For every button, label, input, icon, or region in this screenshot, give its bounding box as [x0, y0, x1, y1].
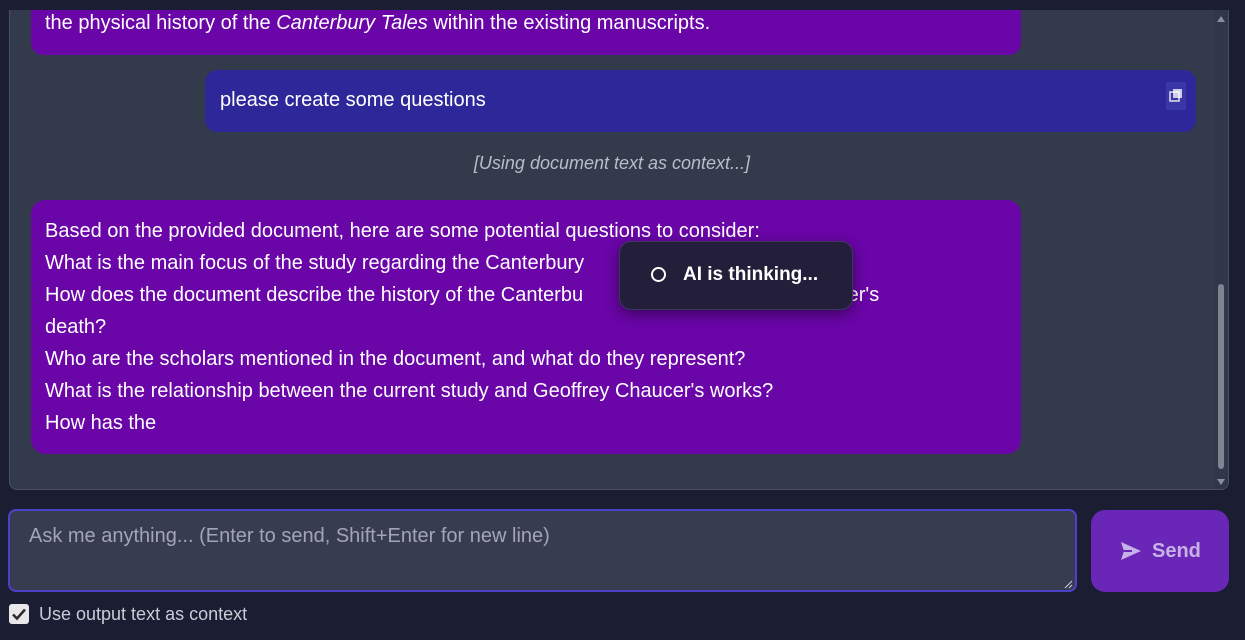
scroll-down-icon[interactable] — [1217, 479, 1225, 485]
user-message: please create some questions — [205, 70, 1196, 132]
use-context-checkbox[interactable] — [9, 604, 29, 624]
message-line: How has the — [45, 412, 157, 434]
message-line: Based on the provided document, here are… — [45, 220, 760, 242]
checkmark-icon — [12, 608, 26, 621]
send-label: Send — [1152, 540, 1201, 562]
message-line: What is the main focus of the study rega… — [45, 252, 585, 274]
user-message-text: please create some questions — [220, 89, 486, 111]
copy-button[interactable] — [1166, 82, 1186, 110]
assistant-message: Based on the provided document, here are… — [31, 200, 1021, 454]
message-line: How does the document describe the histo… — [45, 284, 880, 306]
send-icon — [1121, 542, 1141, 560]
scrollbar-thumb[interactable] — [1218, 284, 1224, 469]
message-text: the physical history of the — [45, 12, 277, 34]
message-line: What is the relationship between the cur… — [45, 380, 774, 402]
message-line: death? — [45, 316, 107, 338]
message-text: within the existing manuscripts. — [427, 12, 711, 34]
scroll-up-icon[interactable] — [1217, 16, 1225, 22]
use-context-label[interactable]: Use output text as context — [39, 604, 247, 625]
message-input[interactable] — [8, 509, 1077, 592]
assistant-message: the physical history of the Canterbury T… — [31, 10, 1021, 55]
context-notice: [Using document text as context...] — [473, 153, 751, 173]
thinking-indicator: AI is thinking... — [619, 241, 853, 310]
copy-icon — [1169, 89, 1182, 102]
thinking-text: AI is thinking... — [683, 264, 819, 285]
message-text-italic: Canterbury Tales — [276, 12, 428, 34]
spinner-icon — [651, 267, 666, 282]
chat-scrollbar[interactable] — [1214, 10, 1228, 489]
message-line: the physical history of the Canterbury T… — [45, 10, 710, 39]
message-line: Who are the scholars mentioned in the do… — [45, 348, 746, 370]
send-button[interactable]: Send — [1091, 510, 1229, 592]
resize-handle-icon[interactable] — [1064, 580, 1073, 589]
